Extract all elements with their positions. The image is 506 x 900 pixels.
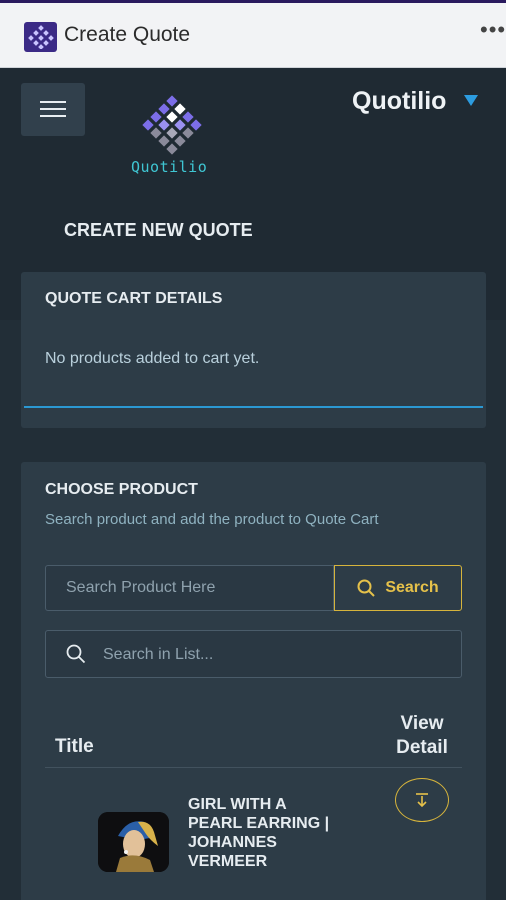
column-header-title: Title [55,736,94,757]
product-section-subtitle: Search product and add the product to Qu… [45,511,379,528]
view-detail-button[interactable] [395,778,449,822]
page-title: CREATE NEW QUOTE [64,220,253,240]
product-section-title: CHOOSE PRODUCT [45,481,198,498]
list-search-input[interactable] [101,639,445,671]
search-icon [66,644,86,664]
app-icon [24,22,57,52]
search-button-label: Search [385,579,439,596]
hamburger-menu-icon[interactable] [21,83,85,136]
cart-title: QUOTE CART DETAILS [45,290,223,307]
column-header-view-detail: View Detail [396,713,448,758]
cart-divider [24,406,483,408]
brand-dropdown[interactable]: Quotilio [352,87,446,116]
table-header-divider [45,767,462,768]
cart-empty-message: No products added to cart yet. [45,350,260,367]
logo-text: Quotilio [131,158,208,176]
product-thumbnail [98,812,169,872]
product-title: GIRL WITH A PEARL EARRING | JOHANNES VER… [188,796,330,870]
product-search-input[interactable] [45,565,334,611]
menu-bar [40,115,66,117]
menu-bar [40,101,66,103]
quote-cart-card: QUOTE CART DETAILS No products added to … [21,272,486,428]
search-button[interactable]: Search [334,565,462,611]
app-content: Quotilio Quotilio CREATE NEW QUOTE QUOTE… [0,68,506,900]
download-arrow-icon [416,793,428,808]
caret-down-icon[interactable] [464,95,478,106]
more-horizontal-icon[interactable]: ••• [480,17,506,43]
search-icon [357,579,376,597]
title-bar: Create Quote ••• [0,3,506,68]
menu-bar [40,108,66,110]
window-title: Create Quote [64,23,191,46]
choose-product-card: CHOOSE PRODUCT Search product and add th… [21,462,486,900]
quotilio-logo-icon [140,95,204,162]
list-search-field[interactable] [45,630,462,678]
